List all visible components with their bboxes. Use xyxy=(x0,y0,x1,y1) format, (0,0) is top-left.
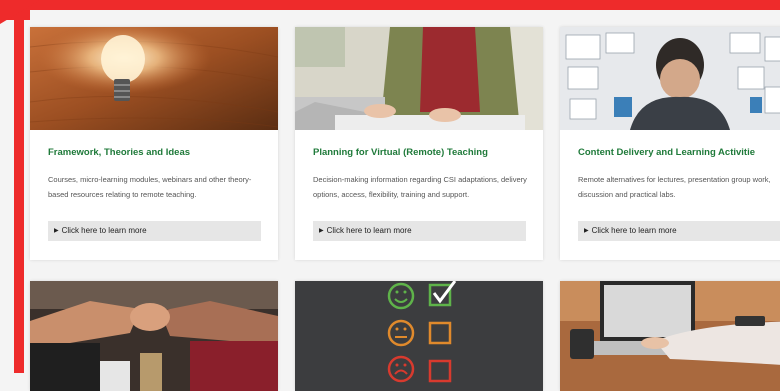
frame-inner-gap xyxy=(30,10,780,20)
card-row2-laptop[interactable] xyxy=(560,281,780,391)
card-title[interactable]: Planning for Virtual (Remote) Teaching xyxy=(313,147,488,158)
highlight-frame-left xyxy=(14,12,24,373)
team-fist-bump-image xyxy=(30,281,278,391)
card-title[interactable]: Content Delivery and Learning Activitie xyxy=(578,147,755,158)
hands-on-laptop-image xyxy=(560,281,780,391)
learn-more-button[interactable]: ▶ Click here to learn more xyxy=(313,221,526,241)
play-arrow-icon: ▶ xyxy=(54,228,59,234)
lightbulb-on-wood-image xyxy=(30,27,278,130)
card-title[interactable]: Framework, Theories and Ideas xyxy=(48,147,190,158)
learn-more-button[interactable]: ▶ Click here to learn more xyxy=(48,221,261,241)
frame-corner xyxy=(0,0,40,24)
man-facing-whiteboard-image xyxy=(560,27,780,130)
feedback-faces-chalkboard-image xyxy=(295,281,543,391)
learn-more-label: Click here to learn more xyxy=(61,226,147,235)
card-description: Remote alternatives for lectures, presen… xyxy=(578,175,771,199)
card-content-delivery[interactable]: Content Delivery and Learning Activitie … xyxy=(560,27,780,260)
card-description: Courses, micro-learning modules, webinar… xyxy=(48,175,252,199)
learn-more-button[interactable]: ▶ Click here to learn more xyxy=(578,221,780,241)
play-arrow-icon: ▶ xyxy=(319,228,324,234)
person-typing-laptop-image xyxy=(295,27,543,130)
learn-more-label: Click here to learn more xyxy=(326,226,412,235)
learn-more-label: Click here to learn more xyxy=(591,226,677,235)
card-description: Decision-making information regarding CS… xyxy=(313,175,527,199)
card-row2-teamwork[interactable] xyxy=(30,281,278,391)
card-row2-feedback[interactable] xyxy=(295,281,543,391)
card-planning[interactable]: Planning for Virtual (Remote) Teaching D… xyxy=(295,27,543,260)
play-arrow-icon: ▶ xyxy=(584,228,589,234)
card-framework[interactable]: Framework, Theories and Ideas Courses, m… xyxy=(30,27,278,260)
